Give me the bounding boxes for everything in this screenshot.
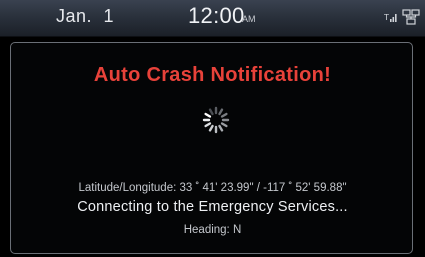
status-time: 12:00 bbox=[188, 3, 245, 28]
connecting-status-text: Connecting to the Emergency Services... bbox=[77, 199, 348, 215]
status-time-ampm: AM bbox=[242, 14, 256, 24]
heading-text: Heading: N bbox=[183, 224, 242, 236]
status-bar: Jan. 1 12:00 AM T bbox=[0, 0, 425, 37]
network-icon bbox=[402, 9, 420, 25]
signal-icon: T bbox=[384, 13, 397, 22]
status-date: Jan. 1 bbox=[55, 6, 115, 26]
svg-text:T: T bbox=[384, 13, 389, 22]
latitude-longitude-text: Latitude/Longitude: 33 ˚ 41' 23.99" / -1… bbox=[78, 182, 347, 194]
spinner-icon bbox=[202, 106, 230, 134]
popup-title: Auto Crash Notification! bbox=[93, 64, 332, 86]
